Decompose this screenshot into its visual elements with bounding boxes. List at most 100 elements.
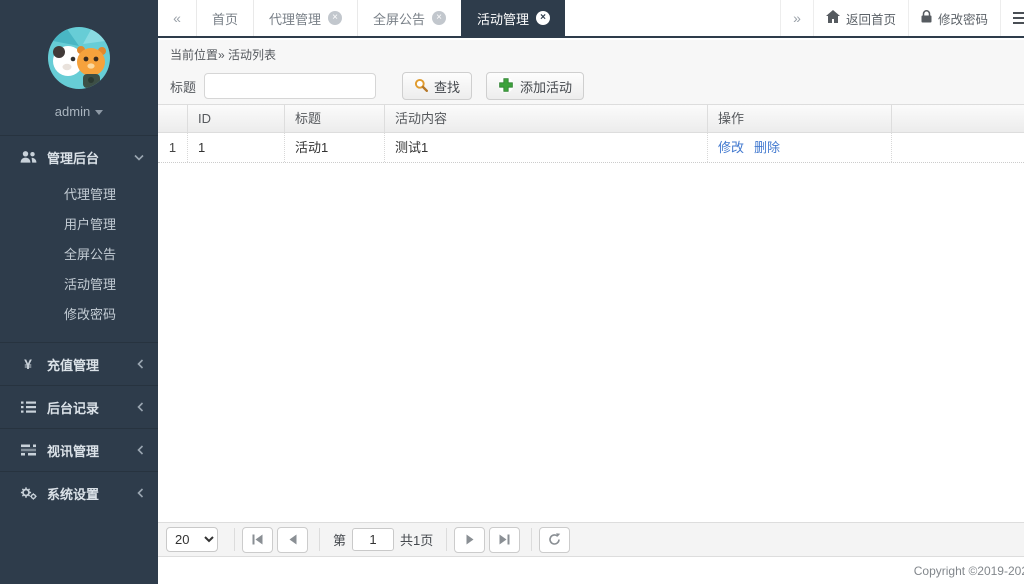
tabs-scroll-left-button[interactable]: « (158, 0, 196, 36)
return-home-button[interactable]: 返回首页 (813, 0, 908, 36)
menu-icon[interactable] (1000, 0, 1024, 36)
next-page-button[interactable] (454, 527, 485, 553)
tab-label: 全屏公告 (373, 9, 425, 28)
add-icon (498, 77, 514, 96)
sidebar: admin 管理后台 代理管理 用户管理 (0, 0, 158, 584)
sidebar-menu: 管理后台 代理管理 用户管理 全屏公告 活动管理 修改密码 ¥ 充值管理 (0, 135, 158, 514)
users-icon (18, 150, 38, 164)
close-icon[interactable]: × (432, 11, 446, 25)
prev-page-button[interactable] (277, 527, 308, 553)
tab-home[interactable]: 首页 (196, 0, 253, 36)
tab-label: 代理管理 (269, 9, 321, 28)
search-row: 标题 查找 添加活动 (170, 72, 1024, 100)
col-actions-header[interactable]: 操作 (708, 105, 892, 132)
tab-label: 首页 (212, 9, 238, 28)
sidebar-item-fullscreen-notice[interactable]: 全屏公告 (0, 240, 158, 270)
search-button-label: 查找 (434, 77, 460, 96)
tab-activity-mgmt[interactable]: 活动管理 × (461, 0, 565, 36)
cell-id: 1 (188, 133, 285, 162)
footer: Copyright ©2019-202 (158, 558, 1024, 584)
content-header: 当前位置» 活动列表 标题 查找 添加活动 (158, 40, 1024, 104)
sidebar-item-activity-mgmt[interactable]: 活动管理 (0, 270, 158, 300)
chevron-left-icon (137, 488, 144, 498)
chevron-left-icon (137, 359, 144, 369)
search-icon (414, 78, 428, 95)
last-page-button[interactable] (489, 527, 520, 553)
avatar-image (47, 26, 111, 90)
sidebar-item-recharge-mgmt[interactable]: ¥ 充值管理 (0, 343, 158, 385)
cell-actions: 修改删除 (708, 133, 892, 162)
tab-agent-mgmt[interactable]: 代理管理 × (253, 0, 357, 36)
return-home-label: 返回首页 (846, 9, 896, 28)
yen-icon: ¥ (18, 356, 38, 372)
menu-group-system: 系统设置 (0, 471, 158, 514)
activity-table: ID 标题 活动内容 操作 1 1 活动1 测试1 修改删除 (158, 104, 1024, 163)
breadcrumb: 当前位置» 活动列表 (170, 46, 1024, 63)
breadcrumb-prefix: 当前位置» (170, 48, 225, 62)
add-activity-button[interactable]: 添加活动 (486, 72, 584, 100)
add-activity-label: 添加活动 (520, 77, 572, 96)
avatar[interactable] (47, 26, 111, 90)
sidebar-item-agent-mgmt[interactable]: 代理管理 (0, 180, 158, 210)
sidebar-item-backend-records[interactable]: 后台记录 (0, 386, 158, 428)
tasks-icon (18, 444, 38, 456)
submenu-admin: 代理管理 用户管理 全屏公告 活动管理 修改密码 (0, 178, 158, 342)
sidebar-item-video-mgmt[interactable]: 视讯管理 (0, 429, 158, 471)
col-content-header[interactable]: 活动内容 (385, 105, 708, 132)
divider (319, 528, 320, 551)
page-size-select-wrap: 20 (166, 527, 218, 552)
edit-link[interactable]: 修改 (718, 140, 744, 155)
sidebar-item-system-settings[interactable]: 系统设置 (0, 472, 158, 514)
cell-rownum: 1 (158, 133, 188, 162)
tab-label: 活动管理 (477, 9, 529, 28)
sidebar-item-label: 管理后台 (47, 148, 99, 167)
home-icon (826, 10, 840, 26)
list-icon (18, 401, 38, 413)
table-row[interactable]: 1 1 活动1 测试1 修改删除 (158, 133, 1024, 163)
close-icon[interactable]: × (536, 11, 550, 25)
tab-bar: « 首页 代理管理 × 全屏公告 × 活动管理 × » (158, 0, 1024, 38)
divider (234, 528, 235, 551)
avatar-box: admin (0, 0, 158, 119)
sidebar-item-admin-backend[interactable]: 管理后台 (0, 136, 158, 178)
sidebar-item-label: 后台记录 (47, 398, 99, 417)
title-field-label: 标题 (170, 77, 196, 96)
menu-group-video: 视讯管理 (0, 428, 158, 471)
main-area: « 首页 代理管理 × 全屏公告 × 活动管理 × » (158, 0, 1024, 584)
col-title-header[interactable]: 标题 (285, 105, 385, 132)
chevron-left-icon (137, 402, 144, 412)
tab-fullscreen-notice[interactable]: 全屏公告 × (357, 0, 461, 36)
col-id-header[interactable]: ID (188, 105, 285, 132)
cogs-icon (18, 486, 38, 500)
close-icon[interactable]: × (328, 11, 342, 25)
user-dropdown[interactable]: admin (0, 104, 158, 119)
pagination-bar: 20 第 共1页 (158, 522, 1024, 557)
sidebar-item-change-password[interactable]: 修改密码 (0, 300, 158, 330)
menu-group-recharge: ¥ 充值管理 (0, 342, 158, 385)
lock-icon (921, 10, 932, 26)
sidebar-item-user-mgmt[interactable]: 用户管理 (0, 210, 158, 240)
first-page-button[interactable] (242, 527, 273, 553)
change-password-button[interactable]: 修改密码 (908, 0, 1000, 36)
table-header: ID 标题 活动内容 操作 (158, 104, 1024, 133)
username: admin (55, 104, 90, 119)
sidebar-item-label: 系统设置 (47, 484, 99, 503)
sidebar-item-label: 充值管理 (47, 355, 99, 374)
tabs-scroll-right-button[interactable]: » (780, 0, 813, 36)
page-number-input[interactable] (352, 528, 394, 551)
divider (531, 528, 532, 551)
breadcrumb-current: 活动列表 (228, 48, 276, 62)
cell-title: 活动1 (285, 133, 385, 162)
title-search-input[interactable] (204, 73, 376, 99)
copyright-text: Copyright ©2019-202 (914, 564, 1024, 578)
delete-link[interactable]: 删除 (754, 140, 780, 155)
search-button[interactable]: 查找 (402, 72, 472, 100)
refresh-button[interactable] (539, 527, 570, 553)
page-size-select[interactable]: 20 (166, 527, 218, 552)
header-filler (892, 105, 1024, 132)
col-rownum-header (158, 105, 188, 132)
caret-down-icon (95, 110, 103, 115)
chevron-left-icon (137, 445, 144, 455)
page-total-label: 共1页 (400, 530, 433, 549)
change-password-label: 修改密码 (938, 9, 988, 28)
